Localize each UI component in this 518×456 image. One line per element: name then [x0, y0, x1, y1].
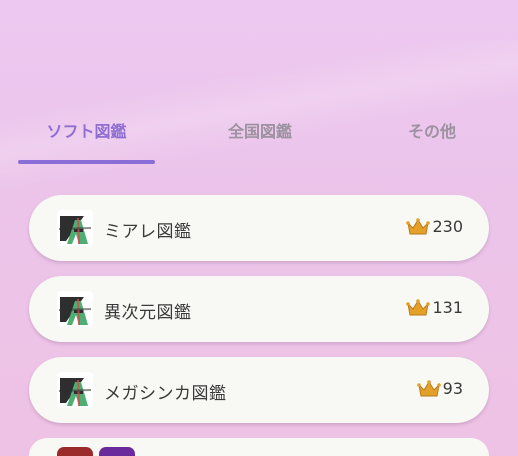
tab-other[interactable]: その他 — [380, 108, 484, 164]
game-icon-purple — [99, 447, 135, 456]
dex-count-value: 93 — [442, 379, 463, 398]
crown-icon — [406, 217, 431, 234]
dex-card-mega-evolution[interactable]: メガシンカ図鑑 93 — [29, 357, 489, 423]
tab-soft-dex-label: ソフト図鑑 — [46, 122, 127, 141]
dex-name: 異次元図鑑 — [104, 303, 192, 323]
dex-tab-bar: ソフト図鑑 全国図鑑 その他 — [0, 108, 518, 164]
active-tab-indicator — [18, 160, 155, 164]
za-logo-icon — [57, 291, 93, 327]
tab-national-dex-label: 全国図鑑 — [227, 122, 292, 141]
game-icon-red — [57, 447, 93, 456]
dex-count: 93 — [416, 379, 463, 398]
dex-name: メガシンカ図鑑 — [104, 384, 227, 404]
crown-icon — [416, 379, 441, 396]
tab-other-label: その他 — [407, 122, 456, 141]
dex-card-lumiose[interactable]: ミアレ図鑑 230 — [29, 195, 489, 261]
dex-card-partial[interactable] — [29, 438, 489, 456]
dex-count-value: 131 — [432, 298, 463, 317]
tab-soft-dex[interactable]: ソフト図鑑 — [18, 108, 155, 164]
dex-count: 230 — [406, 217, 463, 236]
za-logo-icon — [57, 372, 93, 408]
dex-name: ミアレ図鑑 — [104, 222, 192, 242]
dex-count-value: 230 — [432, 217, 463, 236]
za-logo-icon — [57, 210, 93, 246]
crown-icon — [406, 298, 431, 315]
dex-card-hyperspace[interactable]: 異次元図鑑 131 — [29, 276, 489, 342]
dex-count: 131 — [406, 298, 463, 317]
tab-national-dex[interactable]: 全国図鑑 — [190, 108, 330, 164]
